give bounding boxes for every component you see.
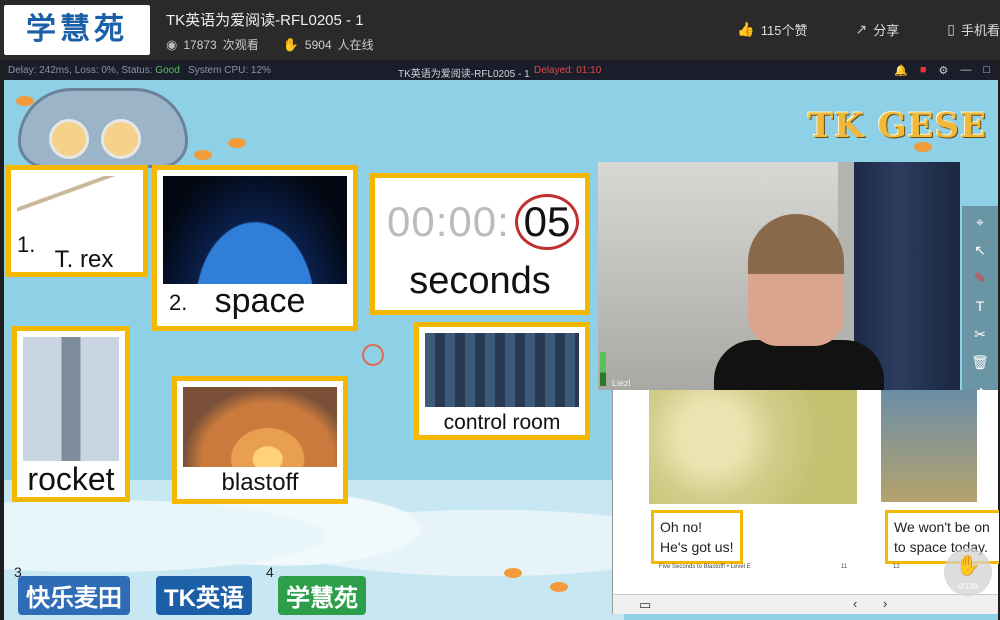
header-actions: 👍 115个赞 ↗ 分享 ▯ 手机看: [737, 20, 1000, 39]
stream-title: TK英语为爱阅读-RFL0205 - 1: [166, 12, 364, 29]
like-label: 115个赞: [760, 23, 808, 38]
text-tool-icon[interactable]: T: [969, 296, 991, 316]
share-label: 分享: [873, 23, 900, 38]
next-page-icon[interactable]: ›: [883, 596, 887, 611]
card-trex: 1. T. rex: [6, 165, 148, 277]
card-rocket: rocket: [12, 326, 130, 502]
ufo-illustration: [18, 88, 188, 168]
views-count: 17873: [183, 37, 217, 52]
blastoff-image: [183, 387, 337, 467]
trex-image: [17, 176, 137, 236]
card-space: 2. space: [152, 165, 358, 331]
fish-icon: [16, 96, 34, 106]
share-button[interactable]: ↗ 分享: [856, 20, 900, 39]
raise-hand-button[interactable]: ✋ 0/138: [944, 548, 992, 596]
card-control-room: control room: [414, 322, 590, 440]
book-footer: Five Seconds to Blastoff! • Level E: [659, 564, 751, 570]
teacher-webcam[interactable]: Liezl: [598, 162, 960, 390]
connection-status: Delay: 242ms, Loss: 0%, Status: Good Sys…: [8, 65, 271, 76]
timer-prefix: 00:00:: [387, 198, 510, 245]
bell-icon[interactable]: 🔔: [894, 64, 908, 77]
book-illustration-right: [881, 390, 977, 502]
kid-face-icon: [101, 119, 141, 159]
online-label: 人在线: [337, 38, 374, 52]
status-icons: 🔔 ■ ⚙ — □: [894, 64, 990, 77]
fullscreen-icon[interactable]: ▭: [639, 597, 651, 613]
audio-level-bar: [600, 352, 606, 386]
book-caption-left: Oh no! He's got us!: [651, 510, 743, 564]
card-label: control room: [443, 411, 561, 434]
hand-icon: ✋: [282, 36, 299, 52]
record-icon[interactable]: ■: [920, 64, 927, 77]
stream-stats: ◉ 17873 次观看 ✋ 5904 人在线: [166, 36, 374, 53]
gear-icon[interactable]: ⚙: [938, 64, 948, 77]
minimize-icon[interactable]: —: [960, 64, 971, 77]
status-good: Good: [155, 65, 180, 76]
tk-gese-logo: TK GESE: [808, 106, 988, 146]
countdown-timer: 00:00: 05 seconds: [370, 173, 590, 315]
fish-icon: [194, 150, 212, 160]
fish-icon: [228, 138, 246, 148]
crosshair-icon[interactable]: [362, 344, 384, 366]
timer-seconds: 05: [515, 194, 579, 250]
thumbs-up-icon: 👍: [737, 21, 755, 37]
earth-image: [163, 176, 347, 284]
select-arrow-icon[interactable]: ↖: [969, 240, 991, 260]
logo-happy-harvest: 快乐麦田: [18, 576, 130, 615]
teacher-body: [714, 340, 884, 390]
logo-xuehuiyuan: 学慧苑: [278, 576, 366, 615]
trash-icon[interactable]: 🗑: [969, 352, 991, 372]
meeting-title: TK英语为爱阅读-RFL0205 - 1: [398, 69, 530, 80]
online-count: 5904: [304, 37, 332, 52]
sponsor-logos: 快乐麦田 TK英语 学慧苑: [18, 576, 366, 615]
cpu-usage: System CPU: 12%: [188, 65, 271, 76]
page-number-11: 11: [841, 564, 848, 570]
card-label: T. rex: [54, 246, 114, 273]
page-header: 学慧苑 TK英语为爱阅读-RFL0205 - 1 ◉ 17873 次观看 ✋ 5…: [0, 0, 1000, 60]
participant-name: Liezl: [612, 378, 631, 388]
timer-word: seconds: [409, 260, 551, 302]
site-logo[interactable]: 学慧苑: [4, 5, 150, 55]
phone-icon: ▯: [947, 21, 955, 37]
book-nav-bar: ▭ ‹ ›: [613, 594, 998, 614]
meeting-status-bar: Delay: 242ms, Loss: 0%, Status: Good Sys…: [4, 62, 998, 80]
card-label: rocket: [27, 461, 115, 497]
laser-pointer-icon[interactable]: ⌖: [969, 212, 991, 232]
mobile-watch-button[interactable]: ▯ 手机看: [947, 20, 1000, 39]
shared-book-panel: Oh no! He's got us! We won't be on to sp…: [612, 390, 999, 614]
caption-line: We won't be on: [894, 519, 990, 535]
connection-text: Delay: 242ms, Loss: 0%, Status:: [8, 65, 153, 76]
card-blastoff: blastoff: [172, 376, 348, 504]
raise-hand-count: 0/138: [957, 582, 979, 591]
eye-icon: ◉: [166, 36, 178, 52]
caption-line: He's got us!: [660, 539, 734, 555]
share-icon: ↗: [855, 21, 868, 37]
fish-icon: [550, 582, 568, 592]
card-label: blastoff: [221, 469, 299, 496]
prev-page-icon[interactable]: ‹: [853, 596, 857, 611]
page-number-12: 12: [893, 564, 900, 570]
hand-icon: ✋: [955, 555, 981, 577]
control-room-image: [425, 333, 579, 407]
rocket-image: [23, 337, 119, 461]
caption-line: Oh no!: [660, 519, 703, 535]
kid-face-icon: [49, 119, 89, 159]
logo-tk-english: TK英语: [156, 576, 252, 615]
fish-icon: [504, 568, 522, 578]
views-stat: ◉ 17873 次观看: [166, 36, 259, 53]
pen-icon[interactable]: ✎: [969, 268, 991, 288]
maximize-icon[interactable]: □: [983, 64, 990, 77]
book-illustration-left: [649, 390, 857, 504]
scissors-icon[interactable]: ✂: [969, 324, 991, 344]
delay-timer: Delayed: 01:10: [534, 65, 602, 76]
card-label: space: [214, 282, 306, 320]
views-label: 次观看: [222, 38, 259, 52]
online-stat: ✋ 5904 人在线: [283, 36, 374, 53]
like-button[interactable]: 👍 115个赞: [737, 20, 807, 39]
mobile-label: 手机看: [960, 23, 1000, 38]
